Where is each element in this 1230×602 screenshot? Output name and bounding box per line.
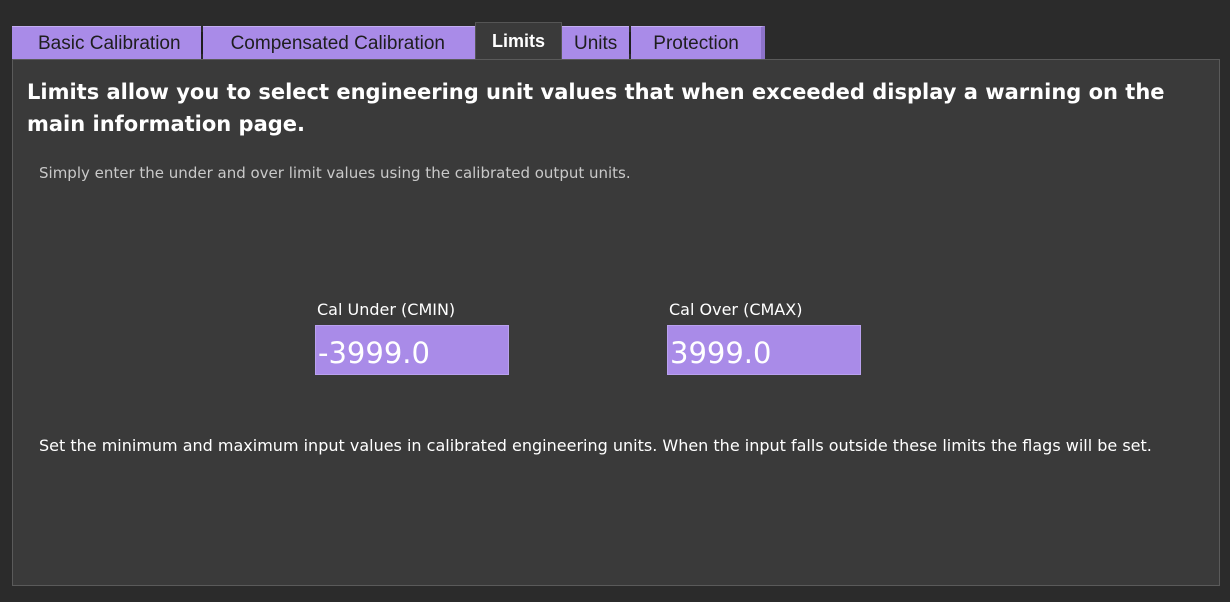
tab-units[interactable]: Units — [562, 26, 630, 60]
tab-limits[interactable]: Limits — [474, 22, 562, 60]
page-subtitle: Simply enter the under and over limit va… — [39, 164, 631, 182]
cal-over-input[interactable] — [667, 325, 861, 375]
limits-note: Set the minimum and maximum input values… — [39, 436, 1152, 455]
limits-panel: Limits allow you to select engineering u… — [12, 59, 1220, 586]
tab-basic-calibration[interactable]: Basic Calibration — [12, 26, 201, 60]
tab-bar: Basic Calibration Compensated Calibratio… — [12, 22, 765, 60]
page-title: Limits allow you to select engineering u… — [27, 80, 1165, 136]
tab-compensated-calibration[interactable]: Compensated Calibration — [202, 26, 475, 60]
cal-under-label: Cal Under (CMIN) — [317, 300, 456, 319]
cal-over-label: Cal Over (CMAX) — [669, 300, 803, 319]
tab-protection[interactable]: Protection — [631, 26, 765, 60]
cal-under-input[interactable] — [315, 325, 509, 375]
